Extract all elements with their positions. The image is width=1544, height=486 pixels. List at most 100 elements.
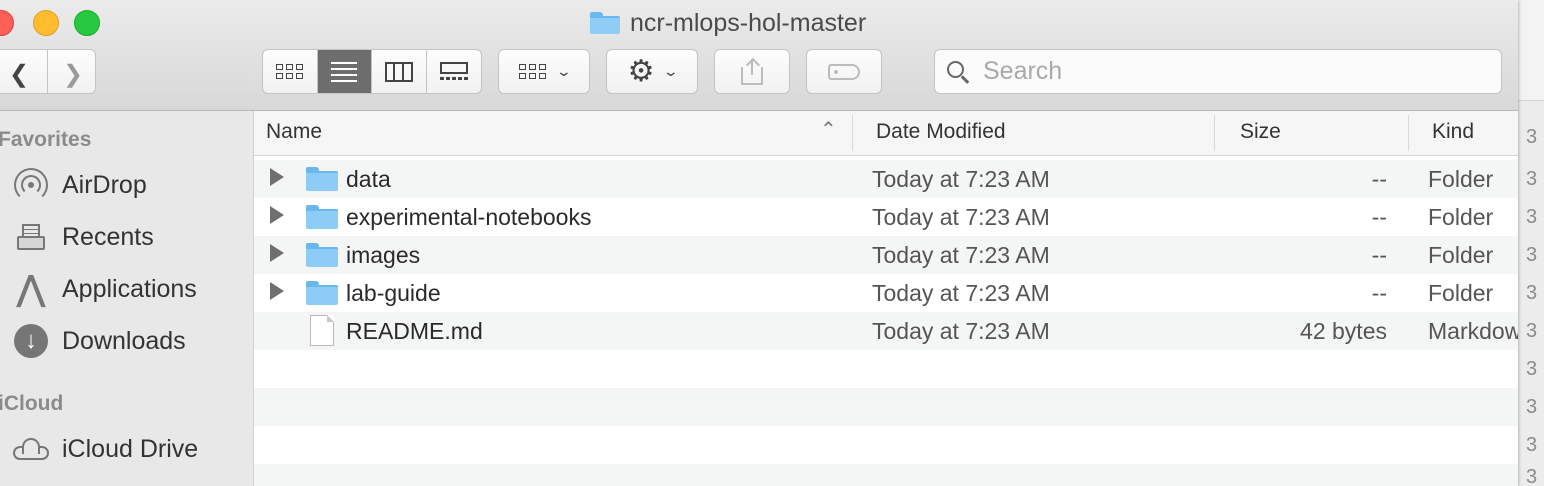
file-date: Today at 7:23 AM bbox=[872, 280, 1050, 306]
list-icon bbox=[331, 61, 358, 82]
sidebar-item-label: Applications bbox=[62, 274, 197, 303]
icon-view-button[interactable] bbox=[263, 50, 318, 93]
sidebar-item-label: Recents bbox=[62, 222, 154, 251]
column-header-size[interactable]: Size bbox=[1240, 120, 1281, 144]
disclosure-triangle-icon[interactable] bbox=[270, 282, 284, 300]
column-header-name[interactable]: Name bbox=[266, 120, 322, 144]
background-window-text: 3 bbox=[1526, 168, 1538, 190]
file-list: Name ⌃ Date Modified Size Kind data Toda… bbox=[254, 111, 1518, 486]
empty-row bbox=[254, 426, 1518, 464]
sidebar-item-label: Downloads bbox=[62, 326, 186, 355]
file-kind: Folder bbox=[1428, 166, 1494, 192]
file-date: Today at 7:23 AM bbox=[872, 204, 1050, 230]
search-input[interactable] bbox=[981, 56, 1465, 87]
file-kind: Folder bbox=[1428, 280, 1494, 306]
airdrop-icon bbox=[12, 166, 50, 204]
background-window-text: 3 bbox=[1526, 282, 1538, 304]
background-window-text: 3 bbox=[1526, 206, 1538, 228]
share-button[interactable] bbox=[714, 49, 790, 94]
folder-icon bbox=[306, 281, 338, 305]
sidebar-item-recents[interactable]: Recents bbox=[12, 217, 252, 257]
cloud-icon bbox=[12, 430, 50, 468]
file-size: -- bbox=[1371, 280, 1387, 306]
file-name: data bbox=[346, 166, 391, 192]
icloud-heading: iCloud bbox=[0, 392, 64, 415]
zoom-window-button[interactable] bbox=[74, 10, 100, 36]
list-view-button[interactable] bbox=[317, 50, 372, 93]
group-grid-icon bbox=[518, 64, 546, 79]
table-row[interactable]: experimental-notebooks Today at 7:23 AM … bbox=[254, 198, 1518, 236]
chevron-down-icon: ⌄ bbox=[555, 63, 572, 79]
column-divider[interactable] bbox=[1408, 115, 1409, 151]
columns-icon bbox=[384, 61, 413, 82]
table-row[interactable]: images Today at 7:23 AM -- Folder bbox=[254, 236, 1518, 274]
disclosure-triangle-icon[interactable] bbox=[270, 168, 284, 186]
chevron-down-icon: ⌄ bbox=[662, 63, 679, 79]
gallery-icon bbox=[439, 61, 468, 82]
column-view-button[interactable] bbox=[372, 50, 427, 93]
file-name: images bbox=[346, 242, 421, 268]
tags-button[interactable] bbox=[806, 49, 882, 94]
window-title: ncr-mlops-hol-master bbox=[590, 6, 866, 40]
file-name: experimental-notebooks bbox=[346, 204, 592, 230]
column-header-date-modified[interactable]: Date Modified bbox=[876, 120, 1006, 144]
disclosure-triangle-icon[interactable] bbox=[270, 206, 284, 224]
file-kind: Folder bbox=[1428, 204, 1494, 230]
sidebar: Favorites AirDrop Recents ⋀ Applications… bbox=[0, 111, 254, 486]
downloads-icon: ↓ bbox=[12, 322, 50, 360]
column-header-row: Name ⌃ Date Modified Size Kind bbox=[254, 111, 1518, 156]
icon-grid-icon bbox=[276, 64, 304, 79]
file-size: 42 bytes bbox=[1300, 318, 1387, 344]
file-size: -- bbox=[1371, 166, 1387, 192]
chevron-left-icon: ❮ bbox=[9, 61, 30, 88]
background-window-toolbar bbox=[1518, 0, 1544, 101]
disclosure-triangle-icon[interactable] bbox=[270, 244, 284, 262]
sidebar-item-airdrop[interactable]: AirDrop bbox=[12, 165, 252, 205]
column-divider[interactable] bbox=[852, 115, 853, 151]
sort-ascending-icon: ⌃ bbox=[820, 119, 837, 141]
table-row[interactable]: data Today at 7:23 AM -- Folder bbox=[254, 160, 1518, 198]
file-size: -- bbox=[1371, 242, 1387, 268]
column-divider[interactable] bbox=[1214, 115, 1215, 151]
file-date: Today at 7:23 AM bbox=[872, 318, 1050, 344]
sidebar-item-downloads[interactable]: ↓ Downloads bbox=[12, 321, 252, 361]
background-window-text: 3 bbox=[1526, 466, 1538, 486]
forward-button[interactable]: ❯ bbox=[63, 60, 83, 89]
folder-icon bbox=[306, 167, 338, 191]
table-row[interactable]: lab-guide Today at 7:23 AM -- Folder bbox=[254, 274, 1518, 312]
file-date: Today at 7:23 AM bbox=[872, 242, 1050, 268]
tag-icon bbox=[828, 63, 860, 80]
back-forward-control: ❮ ❯ bbox=[0, 49, 96, 94]
close-window-button[interactable] bbox=[0, 10, 14, 36]
sidebar-item-applications[interactable]: ⋀ Applications bbox=[12, 269, 252, 309]
search-field[interactable] bbox=[934, 49, 1502, 94]
column-header-kind[interactable]: Kind bbox=[1432, 120, 1474, 144]
empty-row bbox=[254, 350, 1518, 388]
group-by-button[interactable]: ⌄ bbox=[498, 49, 590, 94]
favorites-heading: Favorites bbox=[0, 128, 92, 151]
gallery-view-button[interactable] bbox=[427, 50, 482, 93]
background-window-text: 3 bbox=[1526, 126, 1538, 148]
empty-row bbox=[254, 388, 1518, 426]
action-button[interactable]: ⚙ ⌄ bbox=[606, 49, 698, 94]
window-title-text: ncr-mlops-hol-master bbox=[630, 8, 867, 37]
sidebar-item-icloud-drive[interactable]: iCloud Drive bbox=[12, 429, 252, 469]
minimize-window-button[interactable] bbox=[33, 10, 59, 36]
sidebar-item-label: AirDrop bbox=[62, 170, 147, 199]
file-name: lab-guide bbox=[346, 280, 441, 306]
file-kind: Folder bbox=[1428, 242, 1494, 268]
gear-icon: ⚙ bbox=[627, 54, 655, 88]
folder-icon bbox=[306, 243, 338, 267]
background-window-text: 3 bbox=[1526, 358, 1538, 380]
empty-row bbox=[254, 464, 1518, 486]
background-window-text: 3 bbox=[1526, 396, 1538, 418]
document-icon bbox=[310, 315, 334, 346]
table-row[interactable]: README.md Today at 7:23 AM 42 bytes Mark… bbox=[254, 312, 1518, 350]
back-button[interactable]: ❮ bbox=[9, 60, 29, 89]
background-window-text: 3 bbox=[1526, 320, 1538, 342]
share-icon bbox=[741, 57, 763, 85]
divider bbox=[47, 50, 48, 93]
titlebar: ncr-mlops-hol-master ❮ ❯ ⌄ ⚙ ⌄ Search bbox=[0, 0, 1518, 111]
sidebar-item-label: iCloud Drive bbox=[62, 434, 199, 463]
chevron-right-icon: ❯ bbox=[63, 61, 84, 88]
